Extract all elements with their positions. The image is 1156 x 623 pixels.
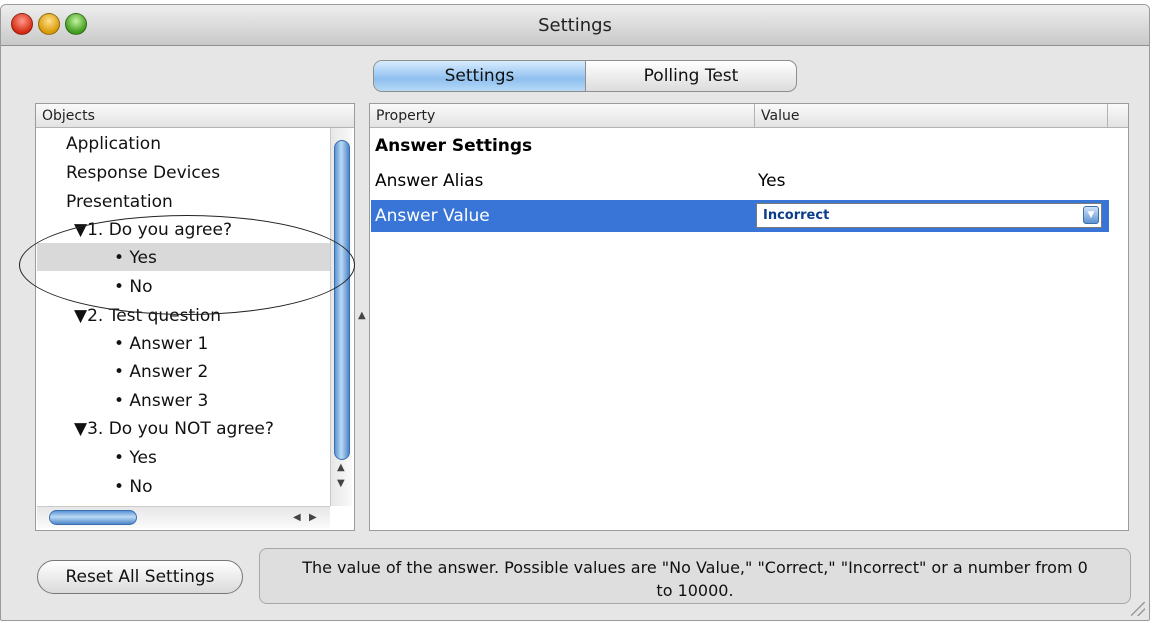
objects-horizontal-scrollbar[interactable]: ◀ ▶ <box>37 506 330 528</box>
objects-panel: Objects Application Response Devices Pre… <box>35 103 355 531</box>
resize-grip-icon[interactable] <box>1131 602 1145 616</box>
header-corner <box>1108 104 1128 128</box>
scroll-down-arrow-icon[interactable]: ▼ <box>337 478 345 489</box>
chevron-down-icon[interactable]: ▼ <box>1083 206 1099 224</box>
property-column-header[interactable]: Property <box>370 104 755 128</box>
tab-control: Settings Polling Test <box>373 60 797 92</box>
property-name: Answer Settings <box>375 136 533 156</box>
tree-item-response-devices[interactable]: Response Devices <box>66 163 220 183</box>
properties-panel: Property Value Answer Settings Answer Al… <box>369 103 1129 531</box>
tab-settings[interactable]: Settings <box>374 61 586 91</box>
property-row-answer-settings[interactable]: Answer Settings <box>371 130 1109 162</box>
tree-item-q3-yes[interactable]: • Yes <box>114 448 157 468</box>
answer-value-dropdown[interactable]: Incorrect ▼ <box>756 203 1102 228</box>
tree-item-q3-no[interactable]: • No <box>114 477 153 497</box>
dropdown-selected-value: Incorrect <box>763 208 830 223</box>
splitter-handle-icon[interactable]: ▲ <box>358 310 366 321</box>
tree-item-presentation[interactable]: Presentation <box>66 192 173 212</box>
property-name: Answer Value <box>375 206 490 226</box>
tree-item-q2-answer-3[interactable]: • Answer 3 <box>114 391 208 411</box>
settings-window: Settings Settings Polling Test Objects A… <box>0 4 1150 621</box>
tree-item-question-3[interactable]: ▼3. Do you NOT agree? <box>74 419 274 439</box>
title-bar[interactable]: Settings <box>1 5 1149 46</box>
scroll-right-arrow-icon[interactable]: ▶ <box>309 512 317 523</box>
property-row-answer-alias[interactable]: Answer Alias Yes <box>371 165 1109 197</box>
help-description: The value of the answer. Possible values… <box>259 548 1131 604</box>
horizontal-scroll-thumb[interactable] <box>49 510 137 525</box>
property-name: Answer Alias <box>375 171 484 191</box>
property-value: Yes <box>758 171 786 191</box>
tab-polling-test[interactable]: Polling Test <box>586 61 796 91</box>
value-column-header[interactable]: Value <box>755 104 1108 128</box>
annotation-ellipse <box>19 215 355 315</box>
objects-column-header[interactable]: Objects <box>36 104 354 128</box>
tree-item-q2-answer-2[interactable]: • Answer 2 <box>114 362 208 382</box>
vertical-scroll-thumb[interactable] <box>334 140 350 460</box>
property-row-answer-value[interactable]: Answer Value Incorrect ▼ <box>371 200 1109 232</box>
scroll-up-arrow-icon[interactable]: ▲ <box>337 462 345 473</box>
tree-item-q2-answer-1[interactable]: • Answer 1 <box>114 334 208 354</box>
objects-vertical-scrollbar[interactable]: ▲ ▼ <box>330 128 352 506</box>
reset-all-settings-button[interactable]: Reset All Settings <box>37 560 243 594</box>
scroll-left-arrow-icon[interactable]: ◀ <box>293 512 301 523</box>
tree-item-application[interactable]: Application <box>66 134 161 154</box>
window-title: Settings <box>538 15 612 36</box>
